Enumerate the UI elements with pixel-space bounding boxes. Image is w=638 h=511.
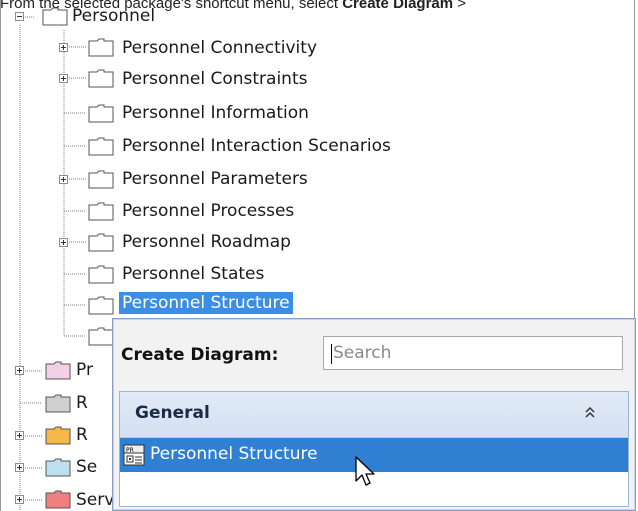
tree-node-selected-personnel-structure[interactable]: Personnel Structure [119, 292, 293, 314]
tree-node-child[interactable]: Personnel Processes [122, 200, 294, 222]
mouse-cursor-icon [355, 456, 375, 486]
tree-node-child[interactable]: Personnel Parameters [122, 168, 308, 190]
tree-node-child[interactable]: Personnel Interaction Scenarios [122, 135, 391, 157]
search-placeholder: Search [333, 343, 392, 363]
package-icon-orange [45, 426, 71, 445]
expand-toggle-sibling[interactable] [15, 366, 24, 375]
expand-toggle-sibling[interactable] [15, 431, 24, 440]
folder-icon [42, 7, 68, 26]
group-title: General [135, 403, 210, 423]
tree-node-personnel[interactable]: Personnel [72, 5, 155, 27]
tree-node-sibling[interactable]: R [76, 392, 88, 414]
folder-icon [88, 265, 114, 284]
create-diagram-label: Create Diagram: [121, 345, 279, 365]
folder-icon [88, 104, 114, 123]
tree-node-child[interactable]: Personnel States [122, 263, 264, 285]
folder-icon [88, 202, 114, 221]
package-icon-blue [45, 458, 71, 477]
group-header[interactable]: General [120, 392, 628, 438]
svg-text:PR: PR [126, 447, 134, 454]
diagram-type-icon: PR [123, 444, 145, 466]
tree-node-child[interactable]: Personnel Information [122, 102, 309, 124]
tree-node-sibling[interactable]: Se [76, 456, 97, 478]
package-icon-red [45, 490, 71, 509]
search-input[interactable]: Search [323, 336, 623, 370]
folder-icon [88, 327, 114, 346]
tree-node-child[interactable]: Personnel Roadmap [122, 231, 291, 253]
diagram-group-general: General PR Personnel Structure [119, 391, 629, 507]
screenshot-root: From the selected package's shortcut men… [0, 0, 638, 511]
collapse-up-icon[interactable] [580, 403, 600, 423]
package-icon-pink [45, 361, 71, 380]
folder-icon [88, 233, 114, 252]
expand-toggle-connectivity[interactable] [59, 43, 68, 52]
tree-node-child[interactable]: Personnel Constraints [122, 68, 307, 90]
expand-toggle-sibling[interactable] [15, 463, 24, 472]
folder-icon [88, 69, 114, 88]
expand-toggle-roadmap[interactable] [59, 238, 68, 247]
folder-icon [88, 170, 114, 189]
package-icon-gray [45, 394, 71, 413]
folder-icon [88, 137, 114, 156]
tree-node-sibling[interactable]: R [76, 424, 88, 446]
tree-node-sibling[interactable]: Pr [76, 359, 93, 381]
expand-toggle-constraints[interactable] [59, 74, 68, 83]
root-collapse-toggle[interactable] [15, 12, 24, 21]
text-caret [331, 344, 332, 364]
expand-toggle-parameters[interactable] [59, 175, 68, 184]
folder-icon [88, 296, 114, 315]
expand-toggle-sibling[interactable] [15, 495, 24, 504]
tree-node-child[interactable]: Personnel Connectivity [122, 37, 317, 59]
folder-icon [88, 38, 114, 57]
diagram-type-label: Personnel Structure [150, 444, 318, 464]
